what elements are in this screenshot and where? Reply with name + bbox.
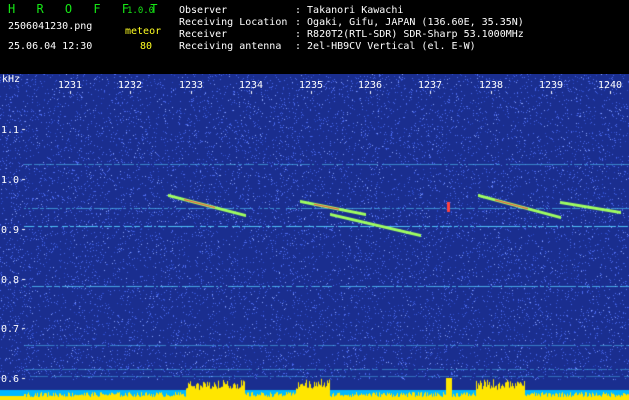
x-tick-label: 1233: [179, 80, 204, 91]
x-tick-label: 1231: [58, 80, 83, 91]
y-tick-label: 0.7: [1, 324, 20, 335]
receiver-label: Receiver: [179, 29, 228, 40]
mode-label: meteor: [125, 26, 162, 37]
observer-value: : Takanori Kawachi: [295, 5, 404, 16]
y-axis-unit: kHz: [2, 74, 21, 85]
meteor-count: 80: [140, 41, 153, 52]
location-value: : Ogaki, Gifu, JAPAN (136.60E, 35.35N): [295, 17, 524, 28]
x-tick-label: 1236: [358, 80, 383, 91]
spectrogram-panel: kHz 1.1 1.0 0.9 0.8 0.7 0.6 1231 1232 12…: [0, 74, 629, 400]
x-tick-label: 1239: [539, 80, 564, 91]
y-tick-label: 1.1: [1, 125, 20, 136]
y-tick-label: 1.0: [1, 175, 20, 186]
x-tick-label: 1240: [598, 80, 623, 91]
receiver-value: : R820T2(RTL-SDR) SDR-Sharp 53.1000MHz: [295, 29, 524, 40]
header-panel: H R O F F T 1.0.0 2506041230.png meteor …: [0, 0, 629, 74]
x-tick-label: 1232: [118, 80, 143, 91]
x-tick-label: 1238: [479, 80, 504, 91]
file-name: 2506041230.png: [8, 21, 93, 32]
spectrogram-canvas: [0, 74, 629, 400]
y-tick-label: 0.8: [1, 275, 20, 286]
observer-label: Observer: [179, 5, 228, 16]
timestamp: 25.06.04 12:30: [8, 41, 93, 52]
x-tick-label: 1237: [418, 80, 443, 91]
y-tick-label: 0.9: [1, 225, 20, 236]
antenna-value: : 2el-HB9CV Vertical (el. E-W): [295, 41, 476, 52]
y-tick-label: 0.6: [1, 374, 20, 385]
location-label: Receiving Location: [179, 17, 288, 28]
x-tick-label: 1234: [239, 80, 264, 91]
x-tick-label: 1235: [299, 80, 324, 91]
antenna-label: Receiving antenna: [179, 41, 282, 52]
app-version: 1.0.0: [127, 6, 155, 16]
